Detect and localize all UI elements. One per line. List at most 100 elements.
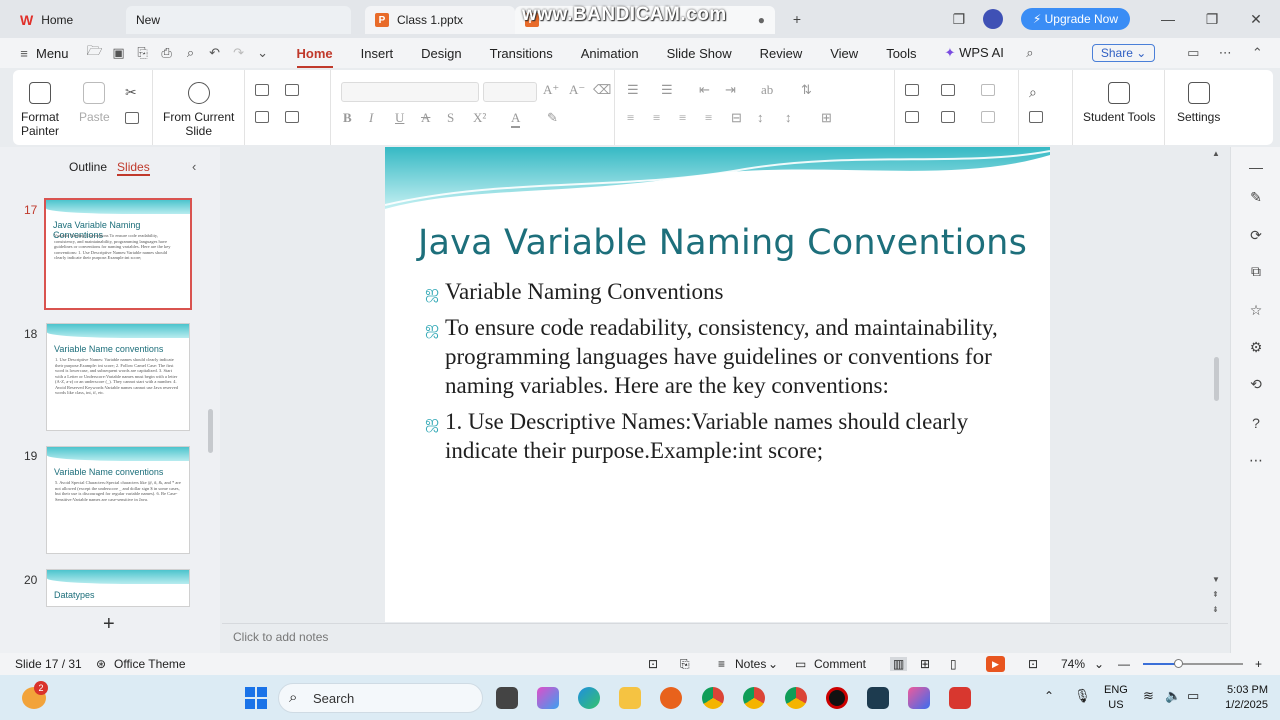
tab-home[interactable]: W Home xyxy=(10,6,122,34)
notes-pane[interactable]: Click to add notes xyxy=(222,623,1228,653)
redo-icon[interactable]: ↷ xyxy=(227,45,251,61)
scroll-up-icon[interactable]: ▲ xyxy=(1212,149,1220,158)
justify-icon[interactable]: ≡ xyxy=(705,110,712,126)
chevron-down-icon[interactable]: ⌄ xyxy=(251,45,275,61)
chrome-icon[interactable] xyxy=(743,687,765,709)
tab-slides[interactable]: Slides xyxy=(117,160,150,176)
file-explorer-icon[interactable] xyxy=(619,687,641,709)
share-button[interactable]: Share ⌄ xyxy=(1091,44,1156,62)
align-left-icon[interactable]: ≡ xyxy=(627,110,634,126)
upgrade-button[interactable]: ⚡ Upgrade Now xyxy=(1020,8,1130,30)
section-icon[interactable] xyxy=(285,111,299,123)
scroll-down-icon[interactable]: ▼ xyxy=(1212,575,1220,584)
from-current-slide-button[interactable]: From Current Slide xyxy=(163,70,234,138)
image-tools-icon[interactable]: ⟳ xyxy=(1248,227,1264,243)
italic-icon[interactable]: I xyxy=(369,110,373,126)
zoom-knob[interactable] xyxy=(1174,659,1183,668)
weather-icon[interactable]: 2 xyxy=(22,681,48,709)
tab-outline[interactable]: Outline xyxy=(69,160,107,176)
decrease-font-icon[interactable]: A⁻ xyxy=(569,82,585,98)
wps-office-icon[interactable] xyxy=(949,687,971,709)
line-spacing-icon[interactable]: ↕ xyxy=(757,110,764,126)
bullet-list-icon[interactable]: ☰ xyxy=(627,82,639,98)
scroll-thumb[interactable] xyxy=(1214,357,1219,401)
reading-mode-icon[interactable]: ⎘ xyxy=(680,657,690,672)
menu-tools[interactable]: Tools xyxy=(872,46,930,61)
slide-thumbnail-17[interactable]: Java Variable Naming Conventions Variabl… xyxy=(44,198,192,310)
microphone-icon[interactable]: 🎙 xyxy=(1074,688,1091,704)
cut-icon[interactable]: ✂ xyxy=(125,84,139,100)
search-icon[interactable]: ⌕ xyxy=(1018,45,1042,61)
notes-chevron-icon[interactable]: ⌄ xyxy=(768,657,778,671)
slide-canvas[interactable]: Java Variable Naming Conventions ஜ Varia… xyxy=(385,147,1050,622)
more-tools-icon[interactable]: ⋯ xyxy=(1248,452,1264,468)
tab-new[interactable]: New xyxy=(126,6,351,34)
properties-icon[interactable]: ⚙ xyxy=(1248,339,1264,355)
highlight-icon[interactable]: ✎ xyxy=(547,110,558,126)
strikethrough-icon[interactable]: A xyxy=(421,110,430,126)
minimize-icon[interactable]: — xyxy=(1154,5,1182,33)
menu-home[interactable]: Home xyxy=(283,46,347,68)
chrome-profile-2-icon[interactable] xyxy=(785,687,807,709)
hamburger-icon[interactable]: ≡ xyxy=(12,46,36,61)
prev-slide-icon[interactable]: ⇞ xyxy=(1212,590,1219,599)
paragraph-spacing-icon[interactable]: ↕ xyxy=(785,110,792,126)
find-icon[interactable]: ⌕ xyxy=(1029,84,1043,100)
menu-slide-show[interactable]: Slide Show xyxy=(653,46,746,61)
tray-chevron-icon[interactable]: ⌃ xyxy=(1044,689,1054,703)
new-slide-icon[interactable] xyxy=(255,84,269,96)
picture-icon[interactable] xyxy=(941,84,955,96)
battery-icon[interactable]: ▭ xyxy=(1187,688,1199,704)
decrease-indent-icon[interactable]: ⇤ xyxy=(699,82,710,98)
bandicam-icon[interactable] xyxy=(826,687,848,709)
menu-wps-ai[interactable]: ✦ WPS AI xyxy=(931,45,1018,61)
notes-toggle[interactable]: Notes xyxy=(735,657,766,671)
slide-body[interactable]: ஜ Variable Naming Conventions ஜ To ensur… xyxy=(425,277,1027,472)
taskbar-search[interactable]: ⌕ Search xyxy=(278,683,483,713)
textbox-icon[interactable] xyxy=(905,111,919,123)
next-slide-icon[interactable]: ⇟ xyxy=(1212,605,1219,614)
save-icon[interactable]: ▣ xyxy=(107,45,131,61)
align-right-icon[interactable]: ≡ xyxy=(679,110,686,126)
zoom-chevron-icon[interactable]: ⌄ xyxy=(1094,657,1104,671)
slideshow-play-icon[interactable]: ▶ xyxy=(986,656,1005,672)
arrange-icon[interactable] xyxy=(941,111,955,123)
close-icon[interactable]: ✕ xyxy=(1242,5,1270,33)
design-tools-icon[interactable]: ✎ xyxy=(1248,189,1264,205)
fit-icon[interactable]: ⊡ xyxy=(648,657,658,671)
slide-thumbnail-19[interactable]: Variable Name conventions 5. Avoid Speci… xyxy=(46,446,190,554)
star-icon[interactable]: ☆ xyxy=(1248,302,1264,318)
reuse-slide-icon[interactable] xyxy=(285,84,299,96)
distribute-icon[interactable]: ⊟ xyxy=(731,110,742,126)
edge-icon[interactable] xyxy=(578,687,600,709)
help-icon[interactable]: ? xyxy=(1248,415,1264,431)
menu-transitions[interactable]: Transitions xyxy=(476,46,567,61)
menu-animation[interactable]: Animation xyxy=(567,46,653,61)
export-icon[interactable]: ⎘ xyxy=(131,45,155,61)
font-color-icon[interactable]: A xyxy=(511,110,521,128)
open-folder-icon[interactable]: 🗁 xyxy=(83,42,107,64)
volume-icon[interactable]: 🔈 xyxy=(1165,688,1181,704)
slide-thumbnail-20[interactable]: Datatypes xyxy=(46,569,190,607)
comment-toggle[interactable]: Comment xyxy=(814,657,866,671)
columns-icon[interactable]: ⊞ xyxy=(821,110,832,126)
print-icon[interactable]: ⎙ xyxy=(155,45,179,61)
copilot-icon[interactable] xyxy=(537,687,559,709)
firefox-icon[interactable] xyxy=(660,687,682,709)
window-switch-icon[interactable]: ❐ xyxy=(945,5,973,33)
undo-icon[interactable]: ↶ xyxy=(203,45,227,61)
paste-button[interactable]: Paste xyxy=(79,70,110,124)
print-preview-icon[interactable]: ⌕ xyxy=(179,45,203,61)
slide-scrollbar[interactable]: ▲ ▼ ⇞ ⇟ xyxy=(1210,147,1224,622)
start-icon[interactable] xyxy=(245,687,267,709)
menu-button[interactable]: Menu xyxy=(36,46,69,61)
maximize-icon[interactable]: ❐ xyxy=(1198,5,1226,33)
bold-icon[interactable]: B xyxy=(343,110,352,126)
minus-icon[interactable]: — xyxy=(1248,159,1264,175)
format-painter-button[interactable]: Format Painter xyxy=(21,70,59,138)
avatar[interactable] xyxy=(982,9,1003,29)
font-size-select[interactable] xyxy=(483,82,537,102)
history-icon[interactable]: ⟲ xyxy=(1248,376,1264,392)
align-center-icon[interactable]: ≡ xyxy=(653,110,660,126)
menu-design[interactable]: Design xyxy=(407,46,475,61)
